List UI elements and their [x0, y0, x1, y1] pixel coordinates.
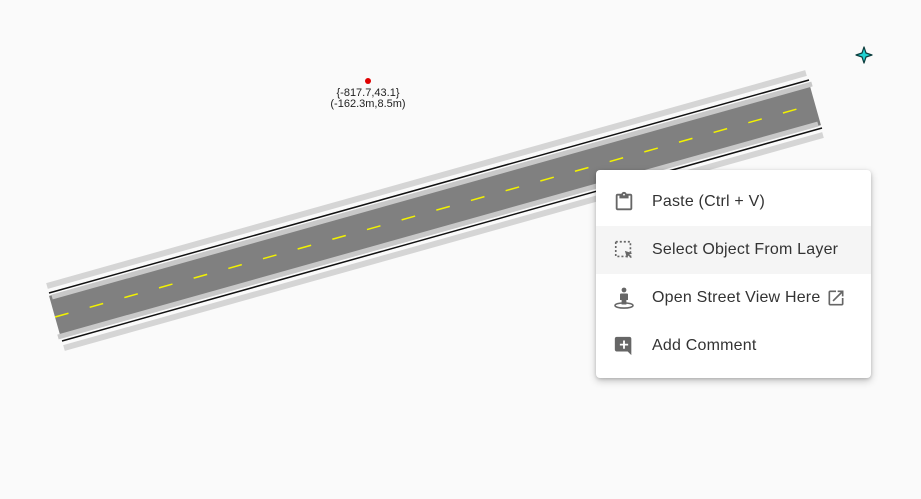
cursor-point-marker	[365, 78, 371, 84]
select-region-icon	[612, 238, 636, 262]
menu-item-add-comment[interactable]: Add Comment	[596, 322, 871, 370]
menu-item-street-view[interactable]: Open Street View Here	[596, 274, 871, 322]
compass-star-icon[interactable]	[855, 46, 873, 64]
clipboard-icon	[612, 190, 636, 214]
open-in-new-icon	[826, 288, 846, 308]
street-view-person-icon	[612, 286, 636, 310]
cursor-offset-label: (-162.3m,8.5m)	[330, 98, 406, 110]
menu-item-select-object[interactable]: Select Object From Layer	[596, 226, 871, 274]
menu-item-label: Open Street View Here	[652, 289, 821, 306]
map-canvas[interactable]: {-817.7,43.1} (-162.3m,8.5m) Paste (Ctrl…	[0, 0, 921, 499]
menu-item-label: Add Comment	[652, 337, 757, 354]
menu-item-label: Select Object From Layer	[652, 241, 839, 258]
menu-item-label: Paste (Ctrl + V)	[652, 193, 766, 210]
context-menu: Paste (Ctrl + V) Select Object From Laye…	[596, 170, 871, 378]
menu-item-paste[interactable]: Paste (Ctrl + V)	[596, 178, 871, 226]
add-comment-icon	[612, 334, 636, 358]
